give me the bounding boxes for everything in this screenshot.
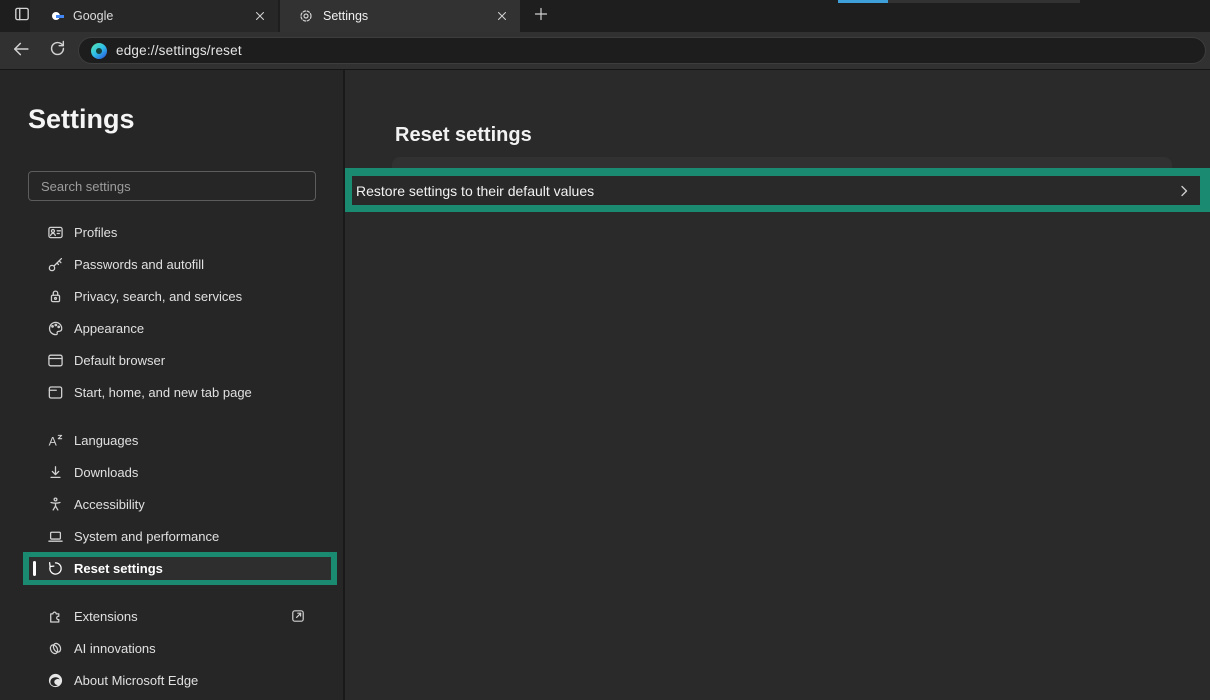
sidebar-item-label: System and performance [74,529,219,544]
sidebar-item-label: Default browser [74,353,165,368]
sidebar-item-label: Languages [74,433,138,448]
settings-sidebar: Settings Profiles Passwords and autofill [0,70,343,700]
window-edge-artifact-grey [888,0,1080,3]
sidebar-item-accessibility[interactable]: Accessibility [28,488,318,520]
sidebar-item-label: Privacy, search, and services [74,289,242,304]
address-bar[interactable]: edge://settings/reset [78,37,1206,64]
edge-logo-icon [46,671,64,689]
sidebar-item-label: Extensions [74,609,138,624]
puzzle-icon [46,607,64,625]
back-arrow-icon [11,39,31,64]
sidebar-item-label: Start, home, and new tab page [74,385,252,400]
start-page-icon [46,383,64,401]
external-link-icon [290,608,306,624]
sidebar-item-default-browser[interactable]: Default browser [28,344,318,376]
sidebar-item-start-home-newtab[interactable]: Start, home, and new tab page [28,376,318,408]
search-settings-input[interactable] [28,171,316,201]
annotation-highlight-main: Restore settings to their default values [345,168,1210,212]
tab-settings[interactable]: Settings [280,0,520,32]
sidebar-item-downloads[interactable]: Downloads [28,456,318,488]
close-tab-icon[interactable] [493,7,511,25]
sidebar-item-profiles[interactable]: Profiles [28,216,318,248]
google-favicon [48,8,64,24]
selection-indicator [33,561,36,576]
svg-text:A: A [48,434,57,448]
sidebar-item-extensions[interactable]: Extensions [28,600,318,632]
reset-icon [46,560,64,578]
back-button[interactable] [8,39,34,63]
tab-title: Google [73,9,251,23]
browser-window-icon [46,351,64,369]
key-icon [46,255,64,273]
accessibility-icon [46,495,64,513]
sidebar-title: Settings [28,104,135,135]
refresh-button[interactable] [44,39,70,63]
page-title: Reset settings [395,124,532,147]
sidebar-item-label: Reset settings [74,561,163,576]
sidebar-item-label: AI innovations [74,641,156,656]
chevron-right-icon [1176,183,1192,199]
tab-title: Settings [323,9,493,23]
sidebar-item-reset-settings[interactable]: Reset settings [29,557,331,580]
tab-strip: Google Settings [0,0,1210,32]
restore-settings-row[interactable]: Restore settings to their default values [352,176,1200,205]
restore-settings-label: Restore settings to their default values [356,183,594,199]
sidebar-item-passwords[interactable]: Passwords and autofill [28,248,318,280]
toolbar: edge://settings/reset [0,32,1210,70]
sidebar-item-label: Appearance [74,321,144,336]
sidebar-item-label: Downloads [74,465,138,480]
close-tab-icon[interactable] [251,7,269,25]
sidebar-item-label: Profiles [74,225,117,240]
sidebar-item-label: Passwords and autofill [74,257,204,272]
refresh-icon [48,39,67,63]
annotation-highlight-sidebar: Reset settings [23,552,337,585]
sidebar-item-ai-innovations[interactable]: AI innovations [28,632,318,664]
tab-actions-icon [13,5,31,28]
url-text: edge://settings/reset [116,43,242,58]
plus-icon [533,6,549,27]
settings-main-panel: Reset settings Restore settings to their… [345,70,1210,700]
sidebar-item-system-performance[interactable]: System and performance [28,520,318,552]
sidebar-item-label: About Microsoft Edge [74,673,198,688]
profiles-icon [46,223,64,241]
sidebar-item-about-edge[interactable]: About Microsoft Edge [28,664,318,696]
new-tab-button[interactable] [528,4,554,28]
translate-icon: A [46,431,64,449]
laptop-icon [46,527,64,545]
sidebar-item-privacy[interactable]: Privacy, search, and services [28,280,318,312]
sidebar-item-appearance[interactable]: Appearance [28,312,318,344]
sidebar-item-label: Accessibility [74,497,145,512]
sidebar-item-languages[interactable]: A Languages [28,424,318,456]
palette-icon [46,319,64,337]
download-icon [46,463,64,481]
gear-icon [298,8,314,24]
window-edge-artifact-blue [838,0,888,3]
edge-favicon [91,43,107,59]
copilot-icon [46,639,64,657]
lock-icon [46,287,64,305]
tab-google[interactable]: Google [30,0,278,32]
browser-window: Google Settings [0,0,1210,700]
